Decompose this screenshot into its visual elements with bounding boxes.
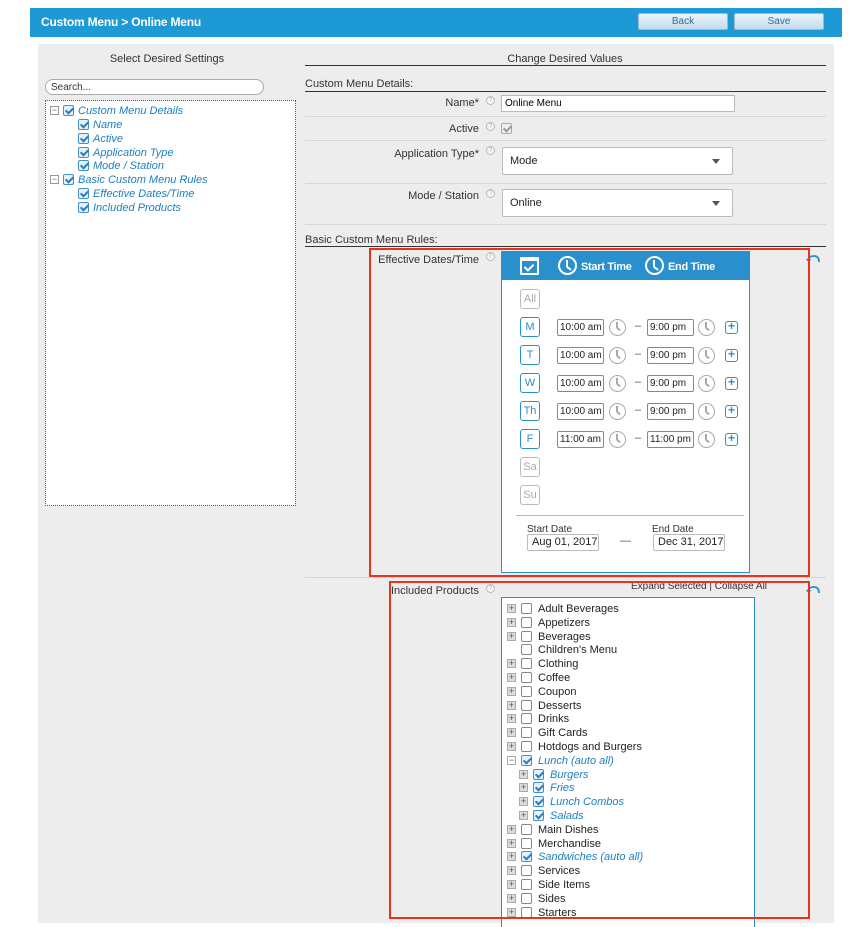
settings-tree-item[interactable]: Name	[78, 118, 122, 131]
active-label: Active	[449, 123, 479, 135]
mode-station-value: Online	[510, 197, 542, 209]
title-divider	[305, 65, 826, 66]
row-divider	[305, 140, 826, 141]
application-type-help-icon[interactable]: ?	[486, 146, 495, 155]
settings-checkbox[interactable]	[78, 119, 89, 130]
row-divider	[305, 116, 826, 117]
application-type-value: Mode	[510, 155, 538, 167]
settings-checkbox[interactable]	[78, 188, 89, 199]
settings-tree-label: Name	[93, 118, 123, 131]
name-input[interactable]	[501, 95, 735, 112]
settings-tree-label: Custom Menu Details	[78, 104, 184, 117]
settings-tree-item[interactable]: Application Type	[78, 146, 174, 159]
mode-station-help-icon[interactable]: ?	[486, 189, 495, 198]
chevron-down-icon	[712, 159, 720, 164]
settings-tree-item[interactable]: Included Products	[78, 201, 181, 214]
settings-tree-label: Effective Dates/Time	[93, 187, 195, 200]
settings-tree-label: Application Type	[93, 146, 174, 159]
page-title: Custom Menu > Online Menu	[41, 15, 202, 29]
settings-checkbox[interactable]	[63, 174, 74, 185]
settings-checkbox[interactable]	[78, 202, 89, 213]
settings-tree-item[interactable]: Effective Dates/Time	[78, 187, 194, 200]
left-panel-title: Select Desired Settings	[109, 53, 225, 65]
settings-checkbox[interactable]	[78, 160, 89, 171]
settings-checkbox[interactable]	[63, 105, 74, 116]
row-divider	[305, 183, 826, 184]
rules-section-divider	[305, 246, 826, 247]
row-divider	[305, 577, 826, 578]
mode-station-label: Mode / Station	[408, 190, 479, 202]
save-button[interactable]: Save	[734, 13, 824, 30]
settings-tree: − Custom Menu Details Name Active Applicatio…	[45, 100, 296, 506]
settings-checkbox[interactable]	[78, 147, 89, 158]
rules-section-label: Basic Custom Menu Rules:	[305, 234, 438, 246]
back-button[interactable]: Back	[638, 13, 728, 30]
settings-tree-item[interactable]: − Custom Menu Details	[50, 104, 183, 117]
settings-tree-item[interactable]: − Basic Custom Menu Rules	[50, 173, 208, 186]
details-section-divider	[305, 91, 826, 92]
settings-tree-label: Basic Custom Menu Rules	[78, 173, 208, 186]
highlight-box-effective-dates	[369, 248, 810, 577]
chevron-down-icon	[712, 201, 720, 206]
details-section-label: Custom Menu Details:	[305, 78, 414, 90]
right-panel-title: Change Desired Values	[507, 53, 623, 65]
application-type-label: Application Type*	[394, 148, 479, 160]
search-input[interactable]	[45, 79, 264, 95]
collapse-toggle-icon[interactable]: −	[50, 175, 59, 184]
settings-tree-item[interactable]: Mode / Station	[78, 159, 164, 172]
name-label: Name*	[445, 97, 479, 109]
active-help-icon[interactable]: ?	[486, 122, 495, 131]
application-type-select[interactable]: Mode	[502, 147, 733, 175]
settings-tree-item[interactable]: Active	[78, 132, 123, 145]
collapse-toggle-icon[interactable]: −	[50, 106, 59, 115]
row-divider	[305, 224, 826, 225]
name-help-icon[interactable]: ?	[486, 96, 495, 105]
top-header-bar: Custom Menu > Online Menu Back Save	[30, 8, 842, 37]
mode-station-select[interactable]: Online	[502, 189, 733, 217]
settings-tree-label: Active	[93, 132, 123, 145]
settings-checkbox[interactable]	[78, 133, 89, 144]
settings-tree-label: Mode / Station	[93, 159, 164, 172]
highlight-box-included-products	[389, 581, 810, 919]
settings-tree-label: Included Products	[93, 201, 182, 214]
active-checkbox[interactable]	[501, 123, 512, 134]
